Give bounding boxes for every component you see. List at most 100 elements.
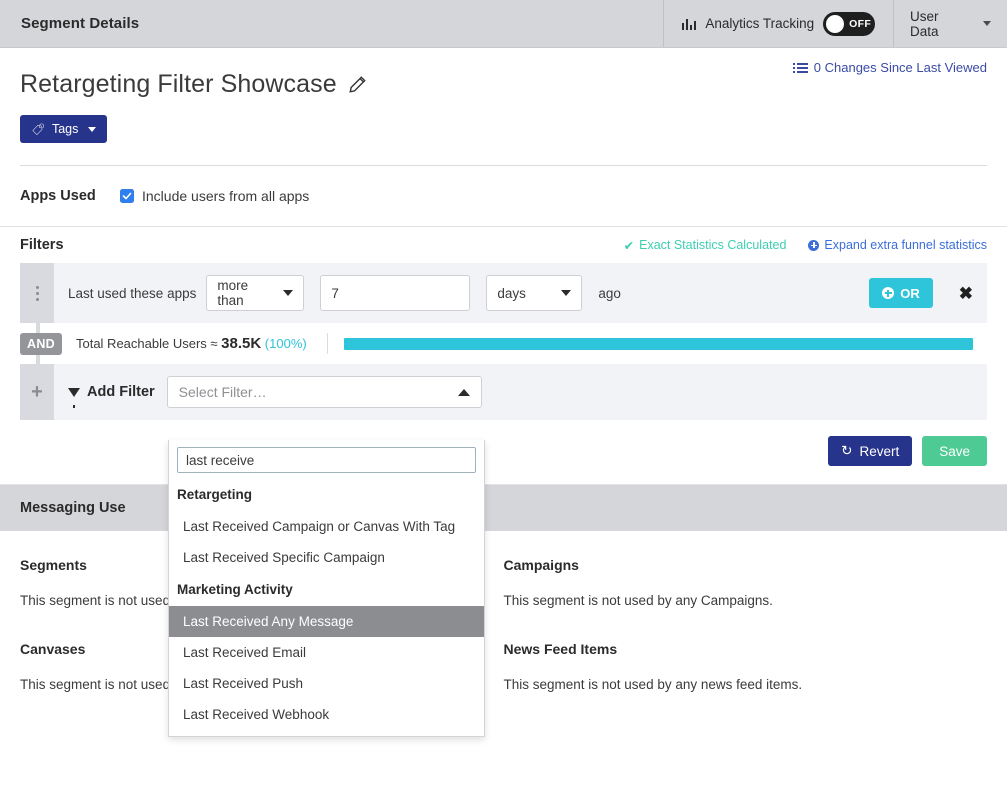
filter-drag-handle[interactable]: [20, 263, 54, 323]
toggle-state-label: OFF: [849, 17, 872, 30]
revert-button[interactable]: ↻ Revert: [828, 436, 913, 466]
add-filter-body: Add Filter Select Filter…: [54, 364, 987, 420]
usage-cell-title: News Feed Items: [503, 641, 618, 657]
page-title: Retargeting Filter Showcase: [20, 70, 337, 98]
reachable-users-count: 38.5K: [221, 335, 262, 352]
add-or-condition-button[interactable]: OR: [869, 278, 933, 308]
tag-icon: 🏷: [31, 123, 45, 136]
reachable-users-body: Total Reachable Users ≈ 38.5K (100%): [61, 323, 987, 364]
messaging-use-heading: Messaging Use: [0, 485, 1007, 531]
add-filter-label: Add Filter: [68, 384, 155, 408]
filter-unit-select[interactable]: days: [486, 275, 583, 311]
edit-pencil-icon[interactable]: [349, 76, 366, 93]
reachable-users-prefix: Total Reachable Users ≈: [75, 336, 222, 351]
analytics-tracking-label: Analytics Tracking: [705, 16, 815, 31]
chevron-down-icon: [983, 21, 991, 26]
analytics-tracking-control[interactable]: Analytics Tracking OFF: [663, 0, 893, 47]
plus-circle-icon: [882, 287, 895, 299]
form-actions: ↻ Revert Save: [0, 420, 1007, 484]
dropdown-search-wrap: [169, 440, 484, 478]
apps-used-label: Apps Used: [20, 188, 96, 204]
reachable-users-bar-track: [343, 337, 973, 350]
add-filter-handle[interactable]: +: [20, 364, 54, 420]
exact-statistics-label: Exact Statistics Calculated: [639, 238, 787, 252]
chevron-down-icon: [283, 290, 294, 296]
include-all-apps-checkbox[interactable]: [120, 189, 134, 203]
dropdown-group-header: Retargeting: [177, 487, 253, 502]
changes-link-label: 0 Changes Since Last Viewed: [813, 60, 987, 75]
messaging-use-grid: Segments This segment is not used by any…: [0, 531, 1007, 725]
filter-select-dropdown: Retargeting Last Received Campaign or Can…: [168, 440, 485, 737]
list-icon: [792, 62, 808, 73]
usage-cell: News Feed Items This segment is not used…: [504, 641, 988, 725]
filter-suffix-label: ago: [598, 285, 621, 301]
check-icon: ✔: [623, 238, 635, 253]
chevron-down-icon: [561, 290, 572, 296]
changes-since-last-viewed-link[interactable]: 0 Changes Since Last Viewed: [792, 60, 987, 75]
apps-used-row: Apps Used Include users from all apps: [0, 166, 1007, 226]
filter-value-input[interactable]: [320, 275, 471, 311]
filter-name-label: Last used these apps: [68, 285, 197, 301]
filters-title: Filters: [20, 237, 64, 253]
plus-circle-icon: [808, 239, 820, 251]
segment-details-page: Segment Details Analytics Tracking OFF U…: [0, 0, 1007, 799]
add-filter-row: + Add Filter Select Filter…: [20, 364, 987, 420]
divider: [20, 165, 987, 166]
revert-icon: ↻: [841, 443, 853, 458]
funnel-icon: [68, 387, 80, 408]
add-filter-text: Add Filter: [87, 384, 155, 400]
usage-cell-text: This segment is not used by any Campaign…: [503, 593, 773, 608]
include-all-apps-label: Include users from all apps: [142, 188, 310, 204]
title-block: Retargeting Filter Showcase 0 Changes Si…: [0, 48, 1007, 166]
dropdown-option[interactable]: Last Received Push: [169, 668, 484, 699]
divider: [326, 333, 328, 354]
remove-filter-button[interactable]: ✖: [959, 285, 973, 302]
usage-cell-title: Campaigns: [503, 557, 579, 573]
save-button[interactable]: Save: [922, 436, 987, 466]
dropdown-option[interactable]: Last Received Campaign or Canvas With Ta…: [169, 511, 484, 542]
dropdown-option[interactable]: Last Received Any Message: [169, 606, 484, 637]
filter-operator-value: more than: [217, 278, 249, 308]
user-data-label: User Data: [910, 8, 939, 39]
filter-operator-select[interactable]: more than: [206, 275, 305, 311]
filters-header: Filters ✔ Exact Statistics Calculated Ex…: [0, 227, 1007, 263]
usage-cell-text: This segment is not used by any news fee…: [503, 677, 803, 692]
dropdown-option[interactable]: Last Received Email: [169, 637, 484, 668]
analytics-tracking-toggle[interactable]: OFF: [823, 11, 876, 36]
dropdown-option[interactable]: Last Received Specific Campaign: [169, 542, 484, 573]
top-bar: Segment Details Analytics Tracking OFF U…: [0, 0, 1007, 48]
user-data-menu[interactable]: User Data: [893, 0, 1007, 47]
dropdown-options-list: Retargeting Last Received Campaign or Can…: [169, 478, 484, 730]
chevron-up-icon: [457, 388, 470, 396]
select-filter-placeholder: Select Filter…: [178, 384, 267, 400]
chart-bar-icon: [681, 18, 697, 30]
dropdown-search-input[interactable]: [177, 447, 476, 473]
expand-funnel-statistics-link[interactable]: Expand extra funnel statistics: [808, 238, 987, 252]
and-badge: AND: [20, 332, 62, 355]
or-button-label: OR: [900, 285, 920, 301]
include-all-apps-control[interactable]: Include users from all apps: [120, 188, 309, 204]
revert-label: Revert: [859, 443, 900, 459]
filter-zone: Last used these apps more than days ago …: [0, 263, 1007, 420]
chevron-down-icon: [88, 126, 97, 132]
filters-header-actions: ✔ Exact Statistics Calculated Expand ext…: [624, 238, 987, 253]
reachable-users-percent: (100%): [264, 336, 307, 351]
toggle-knob: [826, 14, 845, 33]
dropdown-group-header: Marketing Activity: [177, 582, 293, 597]
dropdown-option[interactable]: Last Received Webhook: [169, 699, 484, 730]
exact-statistics-status: ✔ Exact Statistics Calculated: [624, 238, 787, 253]
filter-row: Last used these apps more than days ago …: [20, 263, 987, 323]
tags-button-label: Tags: [51, 122, 79, 136]
reachable-users-bar-fill: [343, 337, 973, 350]
reachable-users-text: Total Reachable Users ≈ 38.5K (100%): [76, 335, 307, 352]
filter-unit-value: days: [497, 285, 526, 301]
expand-funnel-label: Expand extra funnel statistics: [824, 238, 987, 252]
tags-button[interactable]: 🏷 Tags: [20, 115, 108, 143]
app-title: Segment Details: [21, 15, 140, 32]
select-filter-dropdown[interactable]: Select Filter…: [166, 376, 482, 408]
drag-dots-icon: [35, 285, 39, 301]
reachable-users-row: AND Total Reachable Users ≈ 38.5K (100%): [20, 323, 987, 364]
and-connector: AND: [20, 332, 62, 355]
usage-cell: Campaigns This segment is not used by an…: [504, 557, 988, 641]
filter-row-body: Last used these apps more than days ago …: [54, 263, 987, 323]
